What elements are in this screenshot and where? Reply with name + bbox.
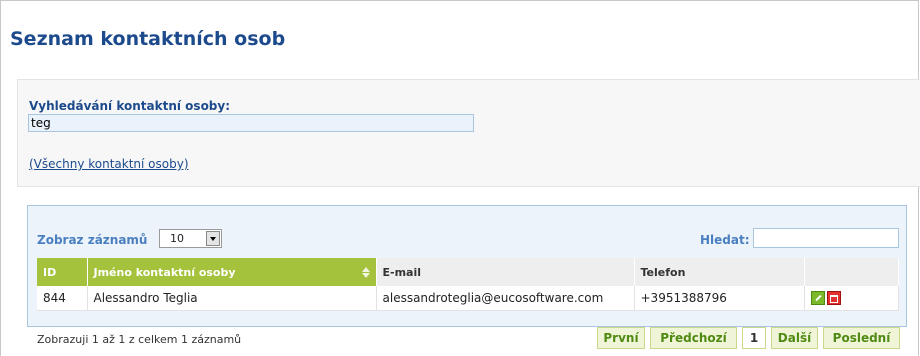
records-per-page-value: 10 bbox=[170, 232, 184, 245]
current-page-button[interactable]: 1 bbox=[742, 327, 766, 349]
table-row: 844 Alessandro Teglia alessandroteglia@e… bbox=[37, 286, 899, 311]
cell-email: alessandroteglia@eucosoftware.com bbox=[376, 286, 635, 311]
edit-icon[interactable] bbox=[810, 291, 825, 306]
search-label: Vyhledávání kontaktní osoby: bbox=[29, 99, 231, 113]
column-header-email[interactable]: E-mail bbox=[376, 258, 635, 286]
cell-id: 844 bbox=[37, 286, 88, 311]
contact-search-input[interactable] bbox=[28, 114, 474, 132]
cell-actions bbox=[804, 286, 899, 311]
cell-phone: +3951388796 bbox=[634, 286, 805, 311]
column-header-name-label: Jméno kontaktní osoby bbox=[93, 265, 236, 279]
next-page-button[interactable]: Další bbox=[771, 327, 818, 349]
column-header-id[interactable]: ID bbox=[37, 258, 88, 286]
table-filter-input[interactable] bbox=[753, 228, 899, 248]
table-info-text: Zobrazuji 1 až 1 z celkem 1 záznamů bbox=[37, 333, 242, 346]
records-per-page-select[interactable]: 10 bbox=[159, 229, 222, 248]
cell-name: Alessandro Teglia bbox=[87, 286, 377, 311]
page-title: Seznam kontaktních osob bbox=[10, 28, 286, 50]
column-header-name[interactable]: Jméno kontaktní osoby bbox=[87, 258, 377, 286]
records-per-page-label: Zobraz záznamů bbox=[37, 233, 148, 247]
sort-arrows-icon bbox=[361, 267, 370, 279]
search-panel: Vyhledávání kontaktní osoby: (Všechny ko… bbox=[17, 79, 920, 187]
column-header-actions bbox=[804, 258, 899, 286]
last-page-button[interactable]: Poslední bbox=[823, 327, 900, 349]
contacts-table-panel: Zobraz záznamů 10 Hledat: ID Jméno konta… bbox=[27, 205, 907, 327]
delete-icon[interactable] bbox=[826, 291, 841, 306]
column-header-phone[interactable]: Telefon bbox=[634, 258, 805, 286]
previous-page-button[interactable]: Předchozí bbox=[650, 327, 737, 349]
dropdown-arrow-icon[interactable] bbox=[206, 231, 220, 246]
first-page-button[interactable]: První bbox=[597, 327, 645, 349]
filter-label: Hledat: bbox=[700, 233, 750, 247]
all-contacts-link[interactable]: (Všechny kontaktní osoby) bbox=[29, 157, 189, 171]
contacts-table: ID Jméno kontaktní osoby E-mail Telefon … bbox=[37, 258, 899, 311]
table-header-row: ID Jméno kontaktní osoby E-mail Telefon bbox=[37, 258, 899, 286]
